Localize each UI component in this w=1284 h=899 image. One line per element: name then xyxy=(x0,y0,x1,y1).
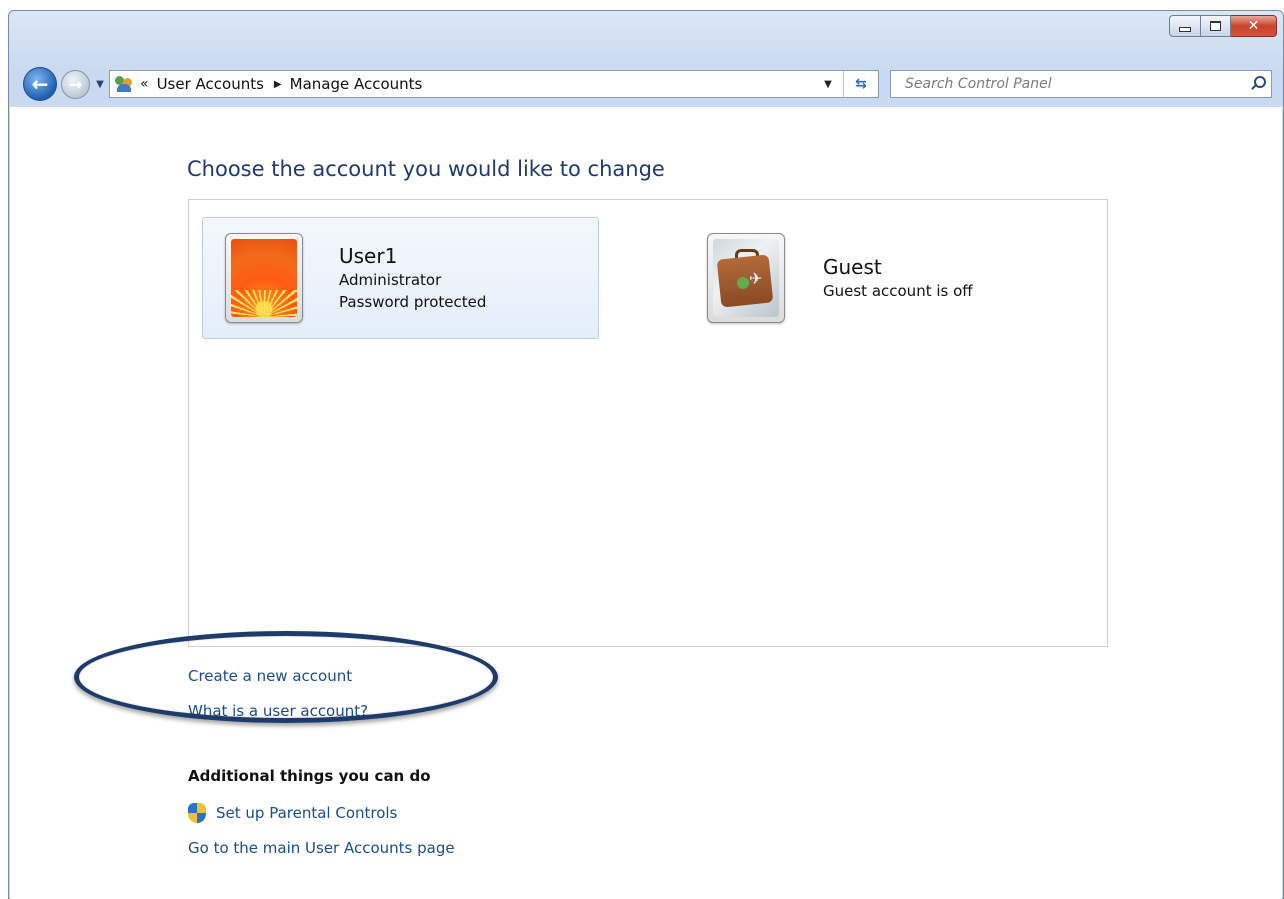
user-accounts-icon xyxy=(114,74,136,94)
main-user-accounts-link[interactable]: Go to the main User Accounts page xyxy=(188,839,455,857)
back-arrow-icon: ← xyxy=(31,72,49,96)
chevron-down-icon: ▼ xyxy=(96,78,104,90)
account-status: Guest account is off xyxy=(823,282,973,300)
parental-controls-link[interactable]: Set up Parental Controls xyxy=(216,804,397,822)
explorer-window: ✕ ← → ▼ « User Accounts ▶ Manage Account… xyxy=(8,10,1284,899)
create-new-account-link[interactable]: Create a new account xyxy=(188,667,352,685)
breadcrumb-separator-icon[interactable]: ▶ xyxy=(274,79,282,90)
account-name: Guest xyxy=(823,255,882,279)
account-info: User1 Administrator Password protected xyxy=(339,243,486,313)
address-bar[interactable]: « User Accounts ▶ Manage Accounts ▼ ⇆ xyxy=(109,70,879,98)
content-pane: Choose the account you would like to cha… xyxy=(10,107,1282,899)
minimize-button[interactable] xyxy=(1169,15,1201,37)
refresh-button[interactable]: ⇆ xyxy=(843,71,878,97)
parental-controls-row: Set up Parental Controls xyxy=(188,803,397,823)
forward-arrow-icon: → xyxy=(68,75,83,94)
breadcrumb-manage-accounts[interactable]: Manage Accounts xyxy=(290,75,423,93)
suitcase-picture: ✈ xyxy=(713,239,779,317)
search-box[interactable] xyxy=(890,70,1272,98)
account-guest[interactable]: ✈ Guest Guest account is off xyxy=(685,228,1025,328)
address-history-dropdown[interactable]: ▼ xyxy=(818,71,838,97)
maximize-button[interactable] xyxy=(1201,15,1231,37)
caption-buttons: ✕ xyxy=(1169,15,1277,37)
avatar: ✈ xyxy=(707,233,785,323)
refresh-icon: ⇆ xyxy=(855,76,867,92)
account-name: User1 xyxy=(339,244,398,268)
avatar xyxy=(225,233,303,323)
what-is-user-account-link[interactable]: What is a user account? xyxy=(188,702,368,720)
maximize-icon xyxy=(1210,21,1221,31)
orange-flower-picture xyxy=(231,239,297,317)
close-icon: ✕ xyxy=(1247,18,1260,34)
accounts-list: User1 Administrator Password protected ✈… xyxy=(188,199,1108,647)
search-input[interactable] xyxy=(891,71,1245,97)
minimize-icon xyxy=(1179,26,1191,32)
navigation-bar: ← → ▼ « User Accounts ▶ Manage Accounts … xyxy=(9,63,1283,105)
shield-icon xyxy=(188,803,206,823)
back-button[interactable]: ← xyxy=(23,67,57,101)
recent-pages-dropdown[interactable]: ▼ xyxy=(94,77,106,91)
search-icon[interactable] xyxy=(1245,71,1271,97)
close-button[interactable]: ✕ xyxy=(1231,15,1277,37)
account-status: Password protected xyxy=(339,293,487,311)
breadcrumb-user-accounts[interactable]: User Accounts xyxy=(157,75,264,93)
account-info: Guest Guest account is off xyxy=(823,254,973,302)
breadcrumb-overflow[interactable]: « xyxy=(140,76,149,92)
account-user1[interactable]: User1 Administrator Password protected xyxy=(202,217,599,339)
page-title: Choose the account you would like to cha… xyxy=(187,157,665,181)
chevron-down-icon: ▼ xyxy=(824,78,832,90)
additional-tasks-heading: Additional things you can do xyxy=(188,767,431,785)
account-type: Administrator xyxy=(339,271,442,289)
forward-button[interactable]: → xyxy=(61,70,90,99)
